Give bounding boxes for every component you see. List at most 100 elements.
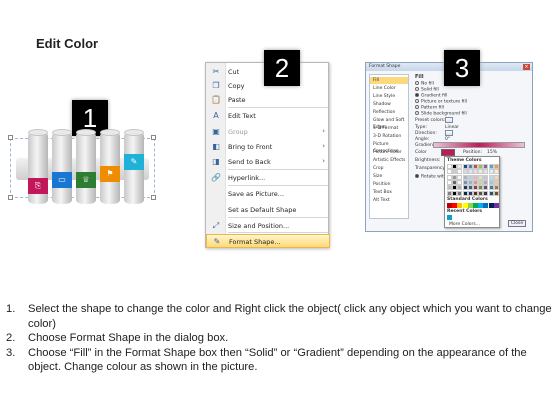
position-label: Position: — [463, 150, 483, 155]
color-picker-button[interactable] — [441, 149, 455, 156]
cylinder-top — [52, 129, 72, 136]
fill-option-pattern-fill[interactable]: Pattern fill — [415, 105, 444, 111]
group-icon: ▣ — [212, 127, 220, 136]
color-band[interactable]: ♕ — [76, 172, 96, 188]
menu-item-set-as-default-shape[interactable]: Set as Default Shape — [206, 203, 330, 217]
cylinder-top — [100, 129, 120, 136]
position-value[interactable]: 15% — [487, 150, 497, 155]
context-menu: ✂ Cut ❐ Copy 📋 Paste A Edit Text ▣ Group › ◧ Bring t… — [205, 62, 330, 248]
color-band[interactable]: ▭ — [52, 172, 72, 188]
color-band[interactable]: ⚑ — [100, 166, 120, 182]
resize-handle[interactable] — [8, 135, 13, 140]
more-colors-link[interactable]: More Colors... — [449, 222, 480, 227]
menu-item-label: Send to Back — [228, 158, 271, 166]
fill-option-solid-fill[interactable]: Solid fill — [415, 87, 439, 93]
menu-item-label: Save as Picture... — [228, 190, 285, 198]
preset-label: Preset colors: — [415, 118, 446, 123]
close-button[interactable]: Close — [508, 220, 526, 227]
step-badge-3: 3 — [444, 50, 480, 86]
nav-item-line-style[interactable]: Line Style — [370, 93, 408, 100]
nav-item-3-d-rotation[interactable]: 3-D Rotation — [370, 133, 408, 140]
preset-dropdown[interactable] — [445, 117, 453, 123]
cylinder-top — [124, 129, 144, 136]
resize-handle[interactable] — [151, 195, 156, 200]
hyperlink-icon: 🔗 — [211, 173, 221, 182]
direction-label: Direction: — [415, 131, 437, 136]
submenu-arrow-icon: › — [322, 157, 325, 165]
resize-handle[interactable] — [8, 195, 13, 200]
cylinder-shape[interactable]: ♕ — [76, 129, 96, 204]
gradient-stops-bar[interactable] — [433, 142, 525, 148]
nav-item-artistic-effects[interactable]: Artistic Effects — [370, 157, 408, 164]
doc-icon: ✎ — [130, 157, 138, 166]
menu-item-label: Edit Text — [228, 112, 256, 120]
color-swatch[interactable] — [493, 174, 499, 180]
nav-item-glow-and-soft-edges[interactable]: Glow and Soft Edges — [370, 117, 408, 130]
color-swatch[interactable] — [493, 164, 499, 169]
menu-item-save-as-picture[interactable]: Save as Picture... — [206, 187, 330, 201]
cylinder-shape[interactable]: ⚑ — [100, 129, 120, 204]
cylinder-top — [28, 129, 48, 136]
nav-item-3-d-format[interactable]: 3-D Format — [370, 125, 408, 132]
nav-item-reflection[interactable]: Reflection — [370, 109, 408, 116]
direction-dropdown[interactable] — [445, 130, 453, 136]
fill-option-gradient-fill[interactable]: Gradient fill — [415, 93, 447, 99]
nav-item-line-color[interactable]: Line Color — [370, 85, 408, 92]
menu-item-label: Hyperlink... — [228, 174, 266, 182]
fill-option-slide-background-fill[interactable]: Slide background fill — [415, 111, 467, 117]
format-shape-dialog: Format Shape × Fill Line Color Line Style S… — [365, 62, 533, 232]
instruction-step-1: 1. Select the shape to change the color … — [6, 303, 552, 330]
recent-color-swatch[interactable] — [447, 215, 452, 220]
nav-item-position[interactable]: Position — [370, 181, 408, 188]
cylinder-shape[interactable]: ⎘ — [28, 129, 48, 204]
color-swatch[interactable] — [493, 185, 499, 191]
menu-item-size-and-position[interactable]: ⤢ Size and Position... — [206, 219, 330, 233]
color-band[interactable]: ⎘ — [28, 178, 48, 194]
scissors-icon: ✂ — [212, 67, 220, 76]
nav-item-picture-color[interactable]: Picture Color — [370, 149, 408, 156]
fill-heading: Fill — [415, 74, 424, 80]
nav-item-picture-corrections[interactable]: Picture Corrections — [370, 141, 408, 154]
nav-item-alt-text[interactable]: Alt Text — [370, 197, 408, 204]
fill-option-picture-or-texture-fill[interactable]: Picture or texture fill — [415, 99, 467, 105]
cylinder-shape-group[interactable]: ⎘ ▭ ♕ ⚑ ✎ — [8, 118, 156, 206]
size-icon: ⤢ — [212, 221, 220, 230]
menu-item-send-to-back[interactable]: ◨ Send to Back › — [206, 155, 330, 169]
color-label: Color — [415, 150, 427, 155]
paste-icon: 📋 — [211, 95, 221, 104]
color-swatch[interactable] — [493, 190, 499, 196]
cylinder-shape[interactable]: ▭ — [52, 129, 72, 204]
color-swatch[interactable] — [493, 169, 499, 175]
bring-front-icon: ◧ — [212, 142, 220, 151]
close-icon[interactable]: × — [523, 64, 530, 70]
menu-item-group: ▣ Group › — [206, 125, 330, 139]
flag-icon: ⚑ — [106, 169, 114, 178]
resize-handle[interactable] — [151, 135, 156, 140]
menu-item-hyperlink[interactable]: 🔗 Hyperlink... — [206, 171, 330, 185]
color-swatch[interactable] — [493, 203, 499, 208]
menu-item-bring-to-front[interactable]: ◧ Bring to Front › — [206, 140, 330, 154]
fill-pane: Fill No fill Solid fill Gradient fill Pictu… — [413, 74, 531, 228]
nav-item-fill[interactable]: Fill — [370, 77, 408, 84]
color-band[interactable]: ✎ — [124, 154, 144, 170]
menu-item-label: Bring to Front — [228, 143, 273, 151]
fill-option-no-fill[interactable]: No fill — [415, 81, 434, 87]
type-label: Type: — [415, 125, 427, 130]
nav-item-size[interactable]: Size — [370, 173, 408, 180]
menu-separator — [228, 185, 328, 186]
menu-item-edit-text[interactable]: A Edit Text — [206, 109, 330, 123]
page-title: Edit Color — [36, 36, 99, 51]
instruction-step-2: 2. Choose Format Shape in the dialog box… — [6, 332, 229, 344]
nav-item-crop[interactable]: Crop — [370, 165, 408, 172]
menu-item-format-shape[interactable]: ✎ Format Shape... — [206, 234, 330, 248]
menu-item-label: Paste — [228, 96, 246, 104]
angle-label: Angle: — [415, 137, 430, 142]
standard-colors-label: Standard Colors — [447, 197, 488, 202]
menu-item-label: Copy — [228, 82, 245, 90]
menu-item-paste[interactable]: 📋 Paste — [206, 93, 330, 107]
nav-item-text-box[interactable]: Text Box — [370, 189, 408, 196]
send-back-icon: ◨ — [212, 157, 220, 166]
cylinder-shape[interactable]: ✎ — [124, 129, 144, 204]
nav-item-shadow[interactable]: Shadow — [370, 101, 408, 108]
color-swatch[interactable] — [493, 179, 499, 185]
